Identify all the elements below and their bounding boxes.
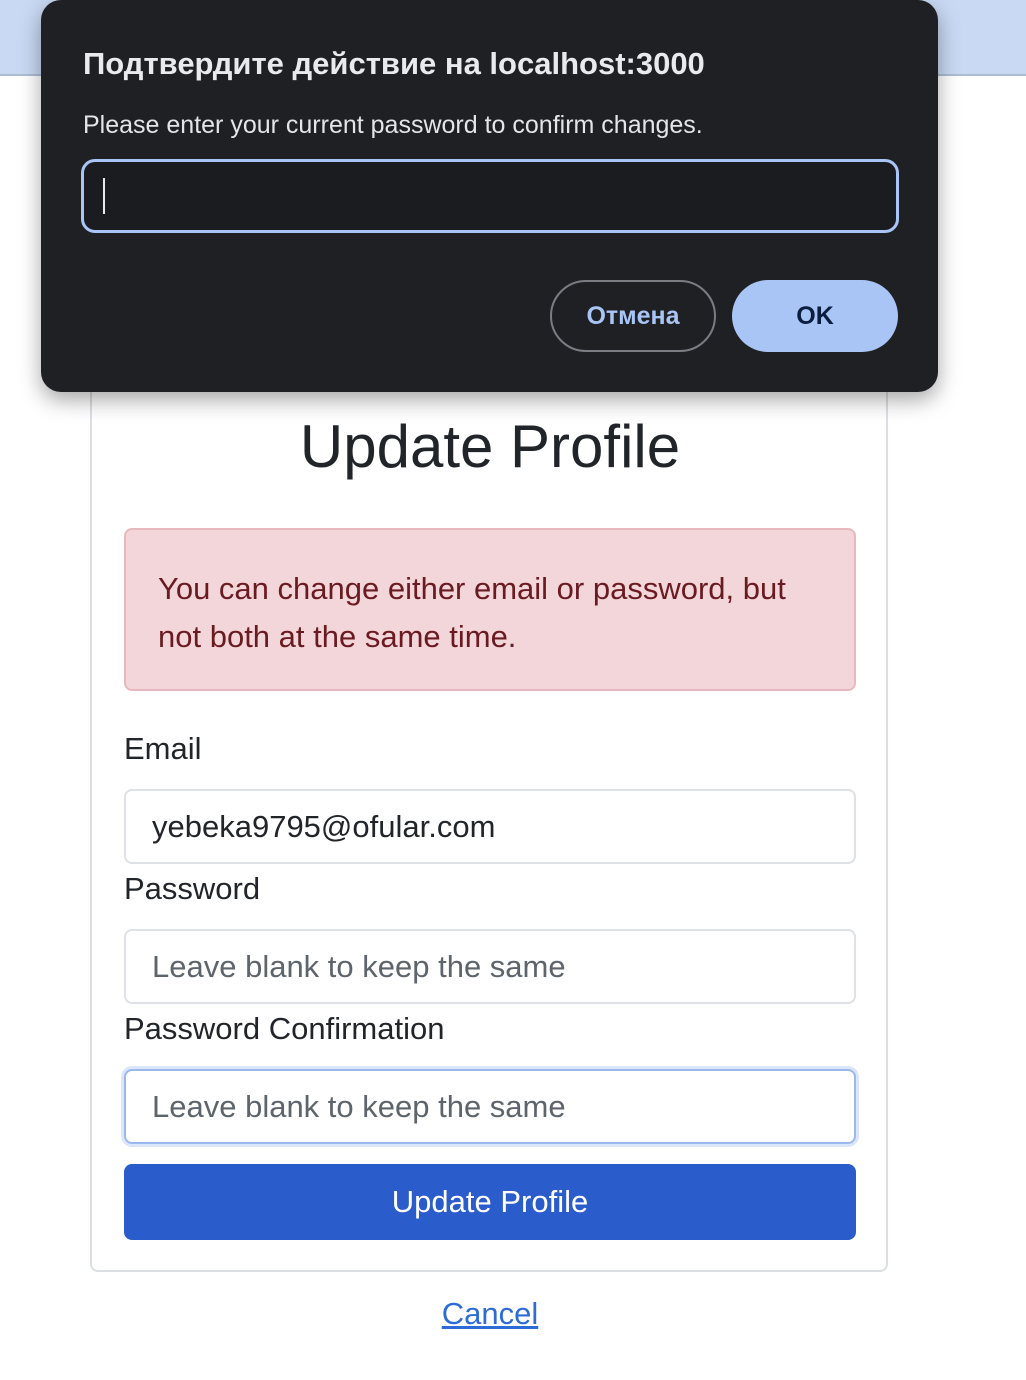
page-title: Update Profile: [299, 413, 681, 480]
error-alert: You can change either email or password,…: [124, 528, 856, 691]
password-confirmation-field[interactable]: [124, 1069, 856, 1144]
text-caret: [103, 178, 105, 214]
prompt-dialog: Подтвердите действие на localhost:3000 P…: [41, 0, 938, 392]
email-field[interactable]: [124, 789, 856, 864]
dialog-title: Подтвердите действие на localhost:3000: [83, 46, 705, 81]
dialog-cancel-button[interactable]: Отмена: [550, 280, 716, 352]
cancel-link[interactable]: Cancel: [0, 1294, 980, 1334]
dialog-password-input[interactable]: [81, 159, 899, 233]
update-profile-button[interactable]: Update Profile: [124, 1164, 856, 1240]
password-field[interactable]: [124, 929, 856, 1004]
dialog-message: Please enter your current password to co…: [83, 111, 703, 139]
password-label: Password: [124, 871, 261, 906]
dialog-ok-button[interactable]: OK: [732, 280, 898, 352]
email-label: Email: [124, 731, 202, 766]
password-confirmation-label: Password Confirmation: [124, 1011, 445, 1046]
